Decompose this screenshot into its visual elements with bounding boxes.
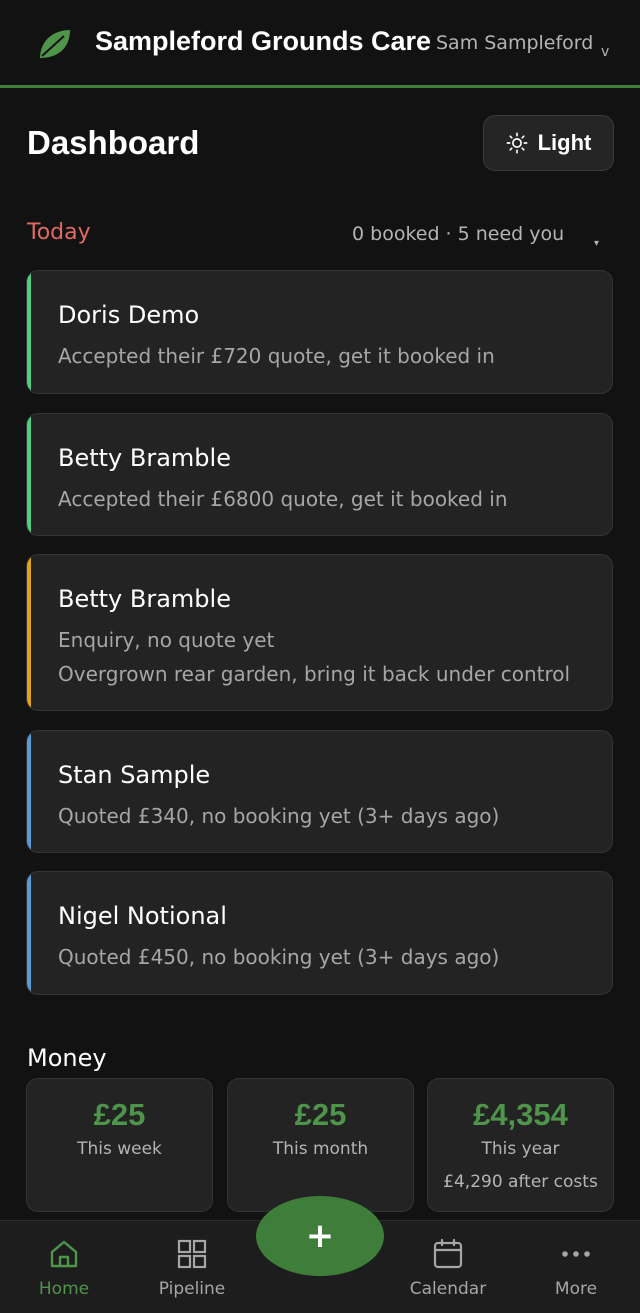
task-card[interactable]: Betty Bramble Enquiry, no quote yet Over…	[26, 554, 613, 711]
status-stripe	[27, 872, 31, 994]
stat-after-costs: £4,290 after costs	[443, 1172, 598, 1192]
task-detail: Quoted £450, no booking yet (3+ days ago…	[58, 945, 500, 969]
calendar-icon	[433, 1238, 463, 1269]
nav-more-label: More	[554, 1279, 598, 1299]
task-card[interactable]: Doris Demo Accepted their £720 quote, ge…	[26, 270, 613, 394]
stat-label: This month	[272, 1139, 369, 1159]
app-title: Sampleford Grounds Care	[95, 26, 432, 56]
money-stat-week[interactable]: £25 This week	[26, 1078, 213, 1212]
stat-amount: £25	[93, 1097, 146, 1132]
leaf-logo-icon	[40, 30, 70, 58]
nav-calendar-label: Calendar	[409, 1279, 487, 1299]
nav-pipeline[interactable]: Pipeline	[128, 1221, 256, 1313]
stat-amount: £25	[294, 1097, 347, 1132]
task-note: Overgrown rear garden, bring it back und…	[58, 662, 571, 686]
caret-down-icon[interactable]: ▾	[594, 238, 599, 249]
nav-home-label: Home	[38, 1279, 90, 1299]
money-heading: Money	[27, 1044, 107, 1072]
task-detail: Accepted their £6800 quote, get it booke…	[58, 487, 508, 511]
top-bar: Sampleford Grounds Care Sam Sampleford v	[0, 0, 640, 88]
add-button[interactable]: +	[256, 1196, 384, 1276]
home-icon	[50, 1240, 78, 1268]
customer-name: Nigel Notional	[58, 902, 227, 930]
task-detail: Enquiry, no quote yet	[58, 628, 275, 652]
sun-icon	[506, 132, 528, 154]
money-stat-year[interactable]: £4,354 This year £4,290 after costs	[427, 1078, 614, 1212]
status-stripe	[27, 271, 31, 393]
customer-name: Stan Sample	[58, 761, 211, 789]
more-dots-icon	[562, 1251, 590, 1257]
stat-label: This year	[481, 1139, 560, 1159]
page-title: Dashboard	[27, 124, 200, 161]
customer-name: Betty Bramble	[58, 585, 231, 613]
user-menu-button[interactable]: Sam Sampleford	[436, 32, 593, 54]
today-summary[interactable]: 0 booked · 5 need you	[352, 223, 564, 245]
nav-calendar[interactable]: Calendar	[384, 1221, 512, 1313]
stat-label: This week	[77, 1139, 162, 1159]
customer-name: Doris Demo	[58, 301, 200, 329]
status-stripe	[27, 414, 31, 535]
task-detail: Quoted £340, no booking yet (3+ days ago…	[58, 804, 500, 828]
task-detail: Accepted their £720 quote, get it booked…	[58, 344, 495, 368]
nav-home[interactable]: Home	[0, 1221, 128, 1313]
grid-icon	[177, 1239, 207, 1269]
today-heading: Today	[27, 220, 91, 245]
theme-toggle-label: Light	[537, 130, 592, 155]
task-card[interactable]: Nigel Notional Quoted £450, no booking y…	[26, 871, 613, 995]
customer-name: Betty Bramble	[58, 444, 231, 472]
chevron-down-icon[interactable]: v	[601, 44, 609, 60]
status-stripe	[27, 731, 31, 852]
status-stripe	[27, 555, 31, 710]
stat-amount: £4,354	[473, 1097, 568, 1132]
task-card[interactable]: Betty Bramble Accepted their £6800 quote…	[26, 413, 613, 536]
nav-pipeline-label: Pipeline	[158, 1279, 226, 1299]
theme-toggle-button[interactable]: Light	[483, 115, 614, 171]
task-card[interactable]: Stan Sample Quoted £340, no booking yet …	[26, 730, 613, 853]
nav-more[interactable]: More	[512, 1221, 640, 1313]
money-stat-month[interactable]: £25 This month	[227, 1078, 414, 1212]
